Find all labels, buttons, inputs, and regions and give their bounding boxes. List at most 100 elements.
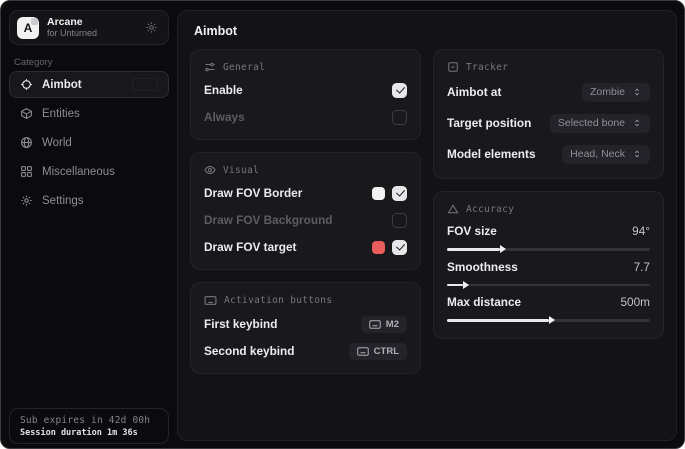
keybind-value: M2 [386,319,399,330]
setting-row-fov-background: Draw FOV Background [204,210,407,230]
setting-label: Draw FOV target [204,240,296,254]
app-name: Arcane [47,16,97,28]
setting-row-first-keybind: First keybind M2 [204,314,407,334]
slider-value: 94° [632,224,650,238]
max-distance-slider[interactable] [447,319,650,322]
accuracy-section: Accuracy FOV size 94° Smoothness [433,191,664,339]
fov-background-checkbox[interactable] [392,213,407,228]
main-panel: Aimbot General Enable [177,10,677,441]
unfold-icon [632,118,642,128]
setting-row-model-elements: Model elements Head, Neck [447,142,650,166]
globe-icon [20,136,33,149]
logo-letter: A [24,21,33,35]
setting-row-fov-border: Draw FOV Border [204,183,407,203]
setting-label: Max distance [447,295,521,309]
model-elements-select[interactable]: Head, Neck [562,145,650,164]
aimbot-at-select[interactable]: Zombie [582,83,650,102]
subscription-status: Sub expires in 42d 00h Session duration … [9,408,169,444]
brand-header: A Arcane for Unturned [9,10,169,45]
setting-row-second-keybind: Second keybind CTRL [204,341,407,361]
crosshair-icon [20,78,33,91]
sidebar-item-label: Aimbot [42,79,82,91]
setting-label: Model elements [447,147,536,161]
first-keybind-button[interactable]: M2 [361,316,407,333]
always-checkbox[interactable] [392,110,407,125]
slider-value: 500m [620,295,650,309]
select-value: Head, Neck [570,148,625,160]
setting-row-target-position: Target position Selected bone [447,111,650,135]
setting-label: Draw FOV Border [204,186,302,200]
sidebar-item-label: Entities [42,108,80,120]
visual-section: Visual Draw FOV Border Draw FOV Backgrou… [190,152,421,270]
keybind-value: CTRL [374,346,399,357]
general-section: General Enable Always [190,49,421,140]
smoothness-slider[interactable] [447,284,650,287]
gear-icon [20,194,33,207]
color-swatch-red[interactable] [372,241,385,254]
setting-label: Target position [447,116,531,130]
triangle-icon [447,203,459,215]
app-window: A Arcane for Unturned Category Aimbot [0,0,685,449]
fov-border-checkbox[interactable] [392,186,407,201]
page-title: Aimbot [194,24,664,38]
select-value: Selected bone [558,117,625,129]
session-duration-text: Session duration 1m 36s [20,428,158,438]
eye-icon [204,164,216,176]
category-label: Category [14,57,53,68]
setting-label: Enable [204,83,243,97]
setting-row-max-distance: Max distance 500m [447,295,650,322]
section-title: General [223,62,265,73]
sliders-icon [204,61,216,73]
keyboard-icon [369,320,381,329]
fov-size-slider[interactable] [447,248,650,251]
keyboard-icon [357,347,369,356]
target-position-select[interactable]: Selected bone [550,114,650,133]
sidebar-item-miscellaneous[interactable]: Miscellaneous [9,158,169,185]
keyboard-icon [204,294,217,307]
setting-label: Second keybind [204,344,294,358]
sub-expires-text: Sub expires in 42d 00h [20,415,158,426]
section-title: Activation buttons [224,295,332,306]
slider-fill[interactable] [447,284,463,287]
tracker-section: Tracker Aimbot at Zombie [433,49,664,179]
setting-label: First keybind [204,317,277,331]
second-keybind-button[interactable]: CTRL [349,343,407,360]
sidebar-item-label: Miscellaneous [42,166,115,178]
sidebar-item-aimbot[interactable]: Aimbot [9,71,169,98]
setting-row-smoothness: Smoothness 7.7 [447,260,650,287]
gear-icon[interactable] [145,21,158,34]
unfold-icon [632,87,642,97]
sidebar-item-entities[interactable]: Entities [9,100,169,127]
keybind-hint-badge [132,78,158,91]
setting-row-fov-target: Draw FOV target [204,237,407,257]
section-title: Tracker [466,62,508,73]
slider-value: 7.7 [634,260,650,274]
setting-label: Draw FOV Background [204,213,332,227]
color-swatch-white[interactable] [372,187,385,200]
setting-label: FOV size [447,224,497,238]
setting-row-aimbot-at: Aimbot at Zombie [447,80,650,104]
section-title: Accuracy [466,204,514,215]
unfold-icon [632,149,642,159]
enable-checkbox[interactable] [392,83,407,98]
sidebar-item-world[interactable]: World [9,129,169,156]
sidebar-nav: Aimbot Entities World [9,71,169,214]
app-logo: A [17,17,39,39]
cube-icon [20,107,33,120]
setting-row-enable: Enable [204,80,407,100]
frame-icon [447,61,459,73]
setting-label: Aimbot at [447,85,501,99]
setting-row-always: Always [204,107,407,127]
sidebar-item-settings[interactable]: Settings [9,187,169,214]
select-value: Zombie [590,86,625,98]
sidebar-item-label: Settings [42,195,84,207]
setting-row-fov-size: FOV size 94° [447,224,650,251]
section-title: Visual [223,165,259,176]
slider-fill[interactable] [447,248,500,251]
setting-label: Smoothness [447,260,518,274]
sidebar-item-label: World [42,137,72,149]
slider-fill[interactable] [447,319,549,322]
fov-target-checkbox[interactable] [392,240,407,255]
app-subtitle: for Unturned [47,28,97,38]
setting-label: Always [204,110,245,124]
